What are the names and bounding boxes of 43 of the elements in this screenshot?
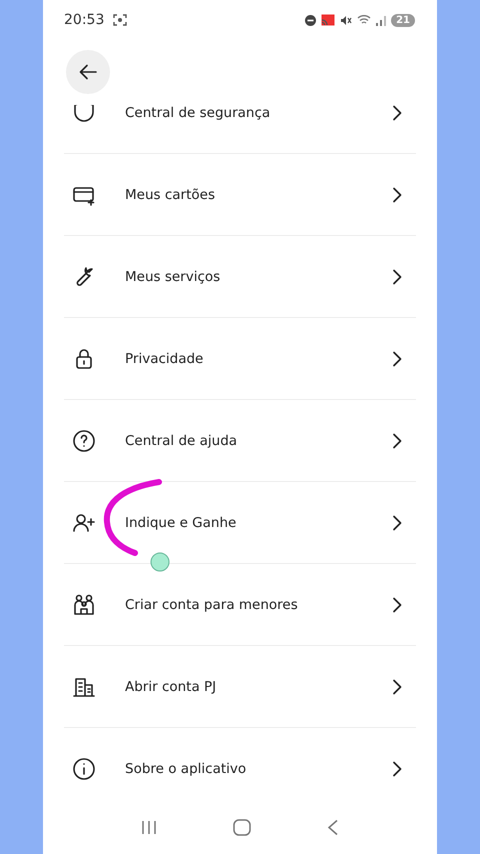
chevron-right-icon	[392, 268, 402, 284]
do-not-disturb-icon	[305, 14, 316, 26]
menu-item[interactable]: Meus serviços	[64, 236, 416, 318]
screen-record-icon	[113, 14, 128, 26]
back-button[interactable]	[66, 50, 110, 94]
menu-item-label: Meus serviços	[125, 268, 222, 284]
back-arrow-icon	[79, 64, 97, 80]
menu-item[interactable]: Central de ajuda	[64, 400, 416, 482]
home-icon[interactable]	[233, 818, 251, 836]
menu-item[interactable]: Meus cartões	[64, 154, 416, 236]
menu-item-label: Sobre o aplicativo	[125, 760, 248, 776]
chevron-right-icon	[392, 596, 402, 612]
chevron-right-icon	[392, 678, 402, 694]
people-icon	[72, 592, 96, 616]
status-time: 20:53	[64, 12, 104, 28]
menu-item[interactable]: Privacidade	[64, 318, 416, 400]
menu-item[interactable]: Central de segurança	[64, 105, 416, 154]
signal-icon	[376, 14, 386, 26]
menu-item-label: Central de segurança	[125, 105, 272, 120]
menu-item-label: Criar conta para menores	[125, 596, 299, 612]
wifi-icon	[357, 14, 372, 26]
menu-item-label: Meus cartões	[125, 186, 216, 202]
chevron-right-icon	[392, 186, 402, 202]
mute-icon	[340, 14, 352, 26]
menu-item-label: Abrir conta PJ	[125, 678, 218, 694]
chevron-right-icon	[392, 350, 402, 366]
touch-indicator	[150, 552, 170, 572]
menu-item-label: Indique e Ganhe	[125, 514, 238, 530]
help-icon	[72, 428, 96, 452]
nav-back-icon[interactable]	[327, 818, 339, 836]
menu-item[interactable]: Sobre o aplicativo	[64, 728, 416, 800]
menu-item[interactable]: Abrir conta PJ	[64, 646, 416, 728]
recent-apps-icon[interactable]	[141, 820, 157, 834]
battery-level: 21	[391, 14, 415, 26]
chevron-right-icon	[392, 760, 402, 776]
chevron-right-icon	[392, 105, 402, 120]
menu-item-label: Privacidade	[125, 350, 204, 366]
chevron-right-icon	[392, 432, 402, 448]
shield-icon	[72, 105, 96, 124]
chevron-right-icon	[392, 514, 402, 530]
menu-item-label: Central de ajuda	[125, 432, 238, 448]
cast-icon	[321, 14, 336, 26]
info-icon	[72, 756, 96, 780]
